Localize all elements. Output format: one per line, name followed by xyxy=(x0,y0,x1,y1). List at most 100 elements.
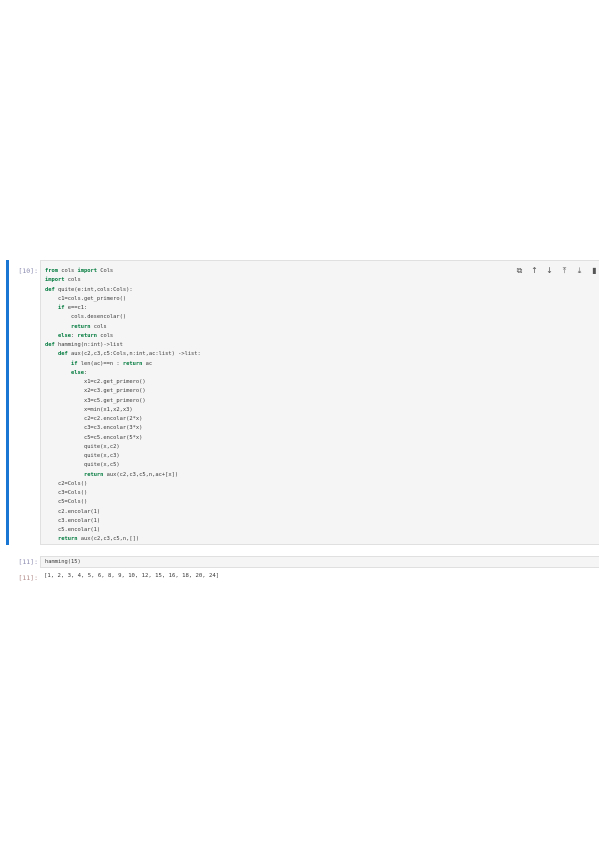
keyword-token: import xyxy=(77,268,97,274)
code-token: c1=cols.get_primero() xyxy=(45,295,127,302)
code-token: c5=c5.encolar(5*x) xyxy=(45,434,143,441)
code-token: c2=Cols() xyxy=(45,480,88,487)
code-token: aux(c2,c3,c5,n,ac+[x]) xyxy=(103,471,179,478)
code-token: c3.encolar(1) xyxy=(45,517,101,524)
code-lines: from cols import Cols import cols def quit… xyxy=(45,267,201,544)
code-token: cols xyxy=(57,268,78,274)
code-editor-11[interactable]: hamming(15) xyxy=(40,556,599,568)
code-line: c5=Cols() xyxy=(45,498,201,507)
code-token: aux(c2,c3,c5:Cols,n:int,ac:list) ->list: xyxy=(67,351,201,358)
code-token: c5.encolar(1) xyxy=(45,527,101,533)
code-token: quite(x,c3) xyxy=(45,453,120,459)
code-token: x3=c5.get_primero() xyxy=(45,397,146,404)
code-line: return cols xyxy=(45,323,201,332)
keyword-token: import xyxy=(45,277,65,284)
code-token: e==c1: xyxy=(64,305,88,311)
code-line: c2.encolar(1) xyxy=(45,508,201,517)
code-token: len(ac)==n : xyxy=(77,360,123,367)
code-line: def aux(c2,c3,c5:Cols,n:int,ac:list) ->l… xyxy=(45,350,201,359)
active-cell-indicator xyxy=(6,260,9,545)
input-prompt-11: [11]: xyxy=(18,558,38,566)
code-line: def hamming(n:int)->list xyxy=(45,341,201,350)
code-line: else: xyxy=(45,369,201,378)
code-token: c2=c2.encolar(2*x) xyxy=(45,416,143,422)
keyword-token: def xyxy=(57,351,68,358)
code-line: c2=c2.encolar(2*x) xyxy=(45,415,201,424)
code-line: x3=c5.get_primero() xyxy=(45,397,201,406)
code-token: aux(c2,c3,c5,n,[]) xyxy=(77,536,140,543)
code-line: def quite(e:int,cols:Cols): xyxy=(45,286,201,295)
code-token: x=min(x1,x2,x3) xyxy=(45,406,133,413)
code-line: x2=c3.get_primero() xyxy=(45,387,201,396)
delete-icon[interactable]: ▮ xyxy=(590,266,599,276)
code-token: cols xyxy=(96,332,114,339)
code-line: return aux(c2,c3,c5,n,ac+[x]) xyxy=(45,471,201,480)
code-line: quite(x,c2) xyxy=(45,443,201,452)
input-prompt: [10]: xyxy=(18,267,38,275)
code-line: c2=Cols() xyxy=(45,480,201,489)
code-token: hamming(n:int)->list xyxy=(54,342,123,348)
output-text: [1, 2, 3, 4, 5, 6, 8, 9, 10, 12, 15, 16,… xyxy=(44,573,220,579)
code-line: c3=Cols() xyxy=(45,489,201,498)
code-line: from cols import Cols xyxy=(45,267,201,276)
code-token: cols xyxy=(90,323,107,330)
code-token: quite(e:int,cols:Cols): xyxy=(54,286,133,293)
copy-icon[interactable]: ⧉ xyxy=(515,266,524,276)
code-line: c3=c3.encolar(3*x) xyxy=(45,424,201,433)
code-token: ac xyxy=(142,360,153,367)
code-token: quite(x,c5) xyxy=(45,462,120,469)
code-line: quite(x,c5) xyxy=(45,461,201,470)
code-token: c3=c3.encolar(3*x) xyxy=(45,425,143,432)
keyword-token: def xyxy=(45,342,55,348)
code-line: c5=c5.encolar(5*x) xyxy=(45,434,201,443)
code-token: x1=c2.get_primero() xyxy=(45,379,146,385)
code-line: cols.desencolar() xyxy=(45,313,201,322)
code-lines: hamming(15) xyxy=(45,558,81,567)
code-line: import cols xyxy=(45,276,201,285)
code-token: : xyxy=(83,369,88,376)
code-token: c3=Cols() xyxy=(45,490,88,496)
code-line: hamming(15) xyxy=(45,558,81,567)
code-token: x2=c3.get_primero() xyxy=(45,388,146,395)
code-token: Cols xyxy=(96,268,114,274)
keyword-token: return xyxy=(70,323,91,330)
code-line: c1=cols.get_primero() xyxy=(45,295,201,304)
keyword-token: from xyxy=(45,268,58,274)
code-line: else: return cols xyxy=(45,332,201,341)
keyword-token: else xyxy=(57,332,71,339)
keyword-token: def xyxy=(45,286,55,293)
code-line: if len(ac)==n : return ac xyxy=(45,360,201,369)
code-token: cols xyxy=(64,277,81,284)
code-cell-10[interactable]: [10]: from cols import Cols import cols de… xyxy=(0,260,599,545)
code-line: c3.encolar(1) xyxy=(45,517,201,526)
notebook: [10]: from cols import Cols import cols de… xyxy=(0,260,599,582)
move-down-icon[interactable]: ↓ xyxy=(545,266,554,276)
insert-above-icon[interactable]: ⤒ xyxy=(560,266,569,276)
code-line: quite(x,c3) xyxy=(45,452,201,461)
code-line: x1=c2.get_primero() xyxy=(45,378,201,387)
code-line: if e==c1: xyxy=(45,304,201,313)
keyword-token: return xyxy=(77,332,97,339)
cell-toolbar: ⧉ ↑ ↓ ⤒ ⤓ ▮ xyxy=(515,266,599,276)
code-line: c5.encolar(1) xyxy=(45,526,201,535)
keyword-token: else xyxy=(70,369,84,376)
code-token: hamming(15) xyxy=(45,559,81,565)
code-token: cols.desencolar() xyxy=(45,314,127,321)
code-editor[interactable]: from cols import Cols import cols def quit… xyxy=(40,260,599,545)
code-token: quite(x,c2) xyxy=(45,443,120,450)
keyword-token: return xyxy=(57,536,78,543)
code-token: c2.encolar(1) xyxy=(45,508,101,515)
output-prompt: [11]: xyxy=(18,574,38,582)
move-up-icon[interactable]: ↑ xyxy=(530,266,539,276)
keyword-token: return xyxy=(122,360,143,367)
code-line: return aux(c2,c3,c5,n,[]) xyxy=(45,535,201,544)
code-line: x=min(x1,x2,x3) xyxy=(45,406,201,415)
insert-below-icon[interactable]: ⤓ xyxy=(575,266,584,276)
